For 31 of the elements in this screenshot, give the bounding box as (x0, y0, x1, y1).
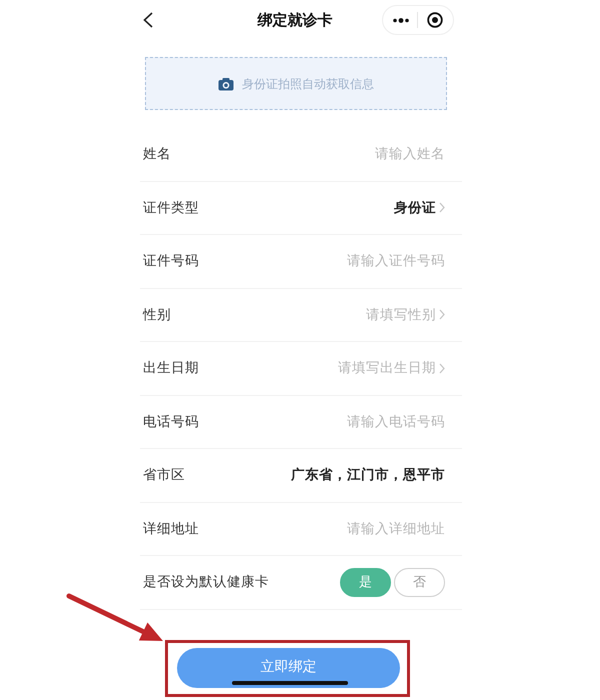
page-title: 绑定就诊卡 (258, 10, 332, 31)
more-icon[interactable] (393, 18, 410, 22)
field-label: 姓名 (143, 145, 171, 164)
target-icon[interactable] (426, 12, 443, 28)
option-button[interactable]: 是 (340, 568, 391, 597)
field-label: 性别 (143, 306, 171, 325)
field-label: 出生日期 (143, 359, 199, 378)
field-label: 详细地址 (143, 520, 199, 539)
chevron-icon (439, 202, 445, 214)
select-field[interactable]: 身份证 (286, 198, 436, 218)
input-field[interactable]: 请输入姓名 (295, 144, 445, 164)
input-field[interactable]: 请输入证件号码 (295, 251, 445, 272)
chevron-icon (439, 362, 445, 374)
bind-button[interactable]: 立即绑定 (177, 648, 400, 688)
input-field[interactable]: 请输入电话号码 (295, 412, 445, 432)
chevron-icon (439, 309, 445, 320)
back-icon[interactable] (143, 12, 153, 28)
camera-icon (218, 76, 234, 90)
select-field[interactable]: 请填写性别 (286, 304, 436, 325)
option-button[interactable]: 否 (394, 568, 445, 597)
id-scan-button[interactable]: 身份证拍照自动获取信息 (145, 57, 447, 110)
field-label: 电话号码 (143, 412, 199, 432)
field-label: 证件号码 (143, 252, 199, 272)
field-label: 省市区 (143, 466, 185, 486)
region-value[interactable]: 广东省，江门市，恩平市 (291, 465, 445, 486)
field-label: 是否设为默认健康卡 (143, 573, 269, 592)
menu-capsule[interactable] (382, 5, 454, 35)
input-field[interactable]: 请输入详细地址 (295, 518, 445, 539)
field-label: 证件类型 (143, 198, 199, 218)
scan-label: 身份证拍照自动获取信息 (242, 76, 374, 92)
select-field[interactable]: 请填写出生日期 (286, 358, 436, 378)
